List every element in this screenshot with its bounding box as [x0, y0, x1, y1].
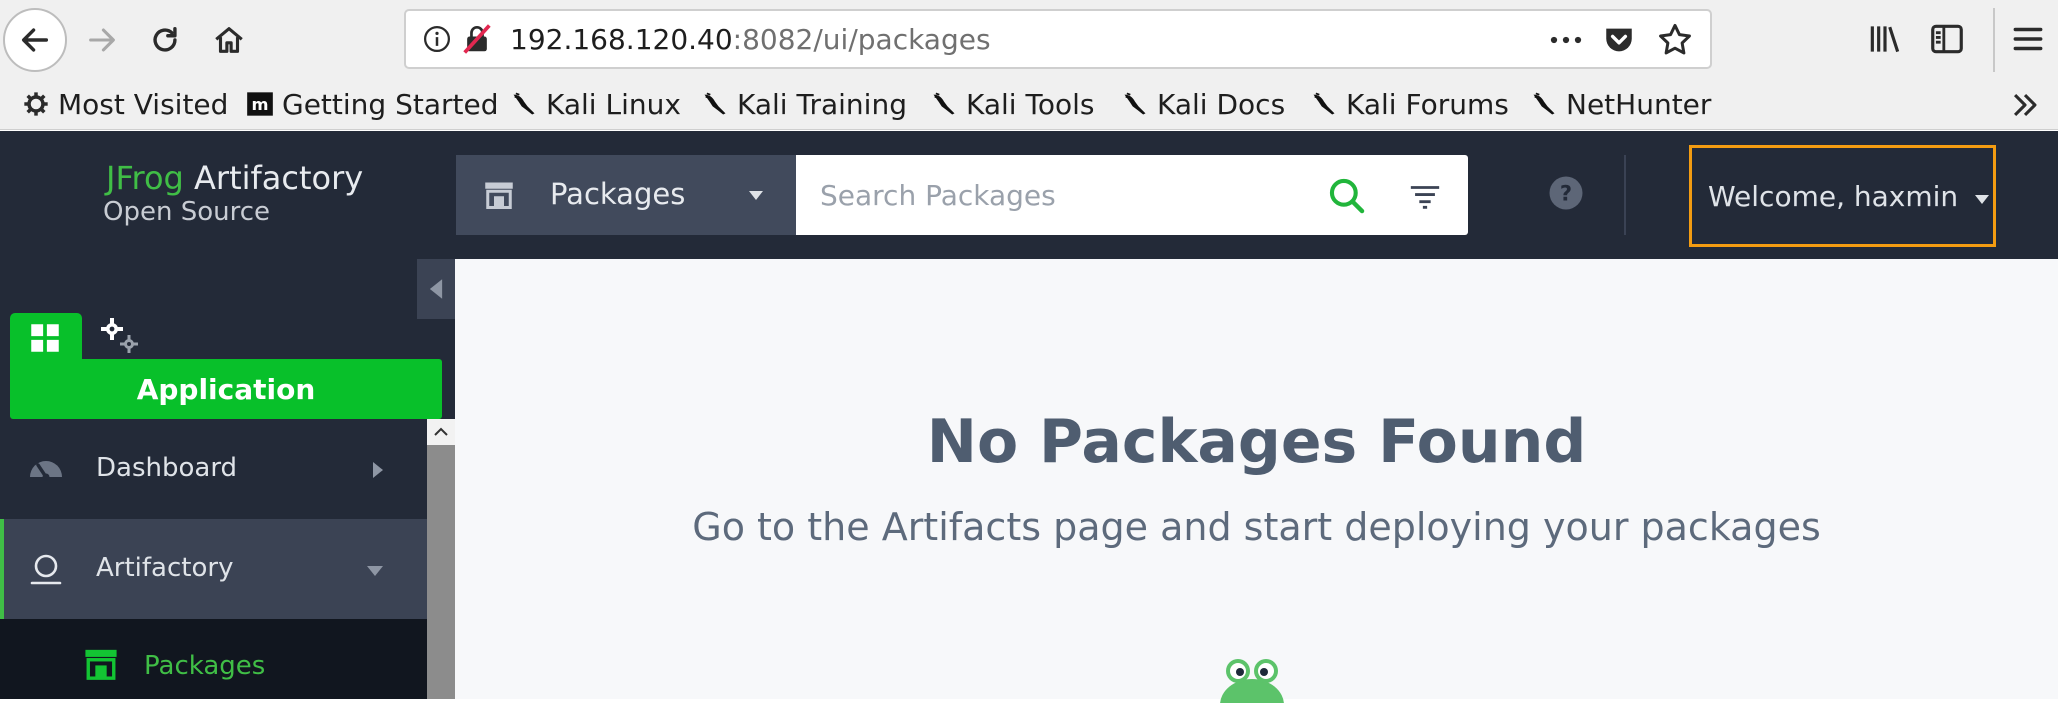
jfrog-logo[interactable]: JFrog Artifactory: [106, 159, 363, 197]
bookmark-label: Getting Started: [282, 87, 499, 121]
svg-text:m: m: [251, 95, 268, 114]
main-content: No Packages Found Go to the Artifacts pa…: [455, 259, 2058, 703]
admin-gears-icon[interactable]: [98, 315, 142, 355]
bookmark-label: NetHunter: [1566, 87, 1712, 121]
library-icon[interactable]: [1866, 20, 1904, 58]
sidebar: Application Dashboard Artifactory Packag…: [0, 259, 455, 699]
back-button[interactable]: [3, 8, 67, 72]
mozilla-m-icon: m: [247, 92, 273, 116]
empty-state-title: No Packages Found: [926, 407, 1587, 477]
search-icon[interactable]: [1328, 177, 1366, 215]
app-header: JFrog Artifactory Open Source Packages ?…: [0, 131, 2058, 259]
sidebar-collapse-button[interactable]: [417, 259, 455, 319]
browser-toolbar: 192.168.120.40:8082/ui/packages: [0, 0, 2058, 82]
bookmark-kali-forums[interactable]: Kali Forums: [1310, 86, 1509, 122]
bookmark-label: Kali Docs: [1157, 87, 1286, 121]
sidebar-nav: Dashboard Artifactory Packages: [0, 419, 427, 699]
gauge-icon: [30, 461, 62, 481]
forward-button[interactable]: [70, 8, 134, 72]
kali-dragon-icon: [1124, 92, 1146, 115]
pocket-icon[interactable]: [1602, 23, 1636, 57]
kali-dragon-icon: [1313, 92, 1335, 115]
sidebar-item-artifactory[interactable]: Artifactory: [0, 519, 427, 619]
user-menu[interactable]: Welcome, haxmin: [1689, 145, 1996, 247]
svg-text:?: ?: [1560, 182, 1572, 206]
kali-dragon-icon: [513, 92, 535, 115]
caret-down-icon: [1975, 195, 1989, 204]
url-bar[interactable]: 192.168.120.40:8082/ui/packages: [404, 9, 1712, 69]
header-separator: [1624, 155, 1626, 235]
kali-dragon-icon: [933, 92, 955, 115]
caret-down-icon: [367, 566, 383, 576]
application-banner: Application: [10, 359, 442, 419]
info-icon[interactable]: [422, 24, 452, 54]
packages-icon: [485, 182, 513, 209]
reload-icon: [153, 26, 177, 52]
sidebar-toggle-icon[interactable]: [1928, 20, 1966, 58]
bookmark-label: Kali Tools: [966, 87, 1095, 121]
kali-dragon-icon: [704, 92, 726, 115]
logo-edition: Open Source: [103, 197, 271, 227]
bookmark-label: Kali Linux: [546, 87, 681, 121]
help-icon[interactable]: ?: [1548, 175, 1584, 211]
hamburger-menu-icon[interactable]: [2009, 20, 2047, 58]
bookmark-getting-started[interactable]: m Getting Started: [246, 86, 498, 122]
bookmark-label: Kali Training: [737, 87, 907, 121]
double-chevron-right-icon[interactable]: [2008, 88, 2042, 122]
reload-button[interactable]: [133, 8, 197, 72]
caret-left-icon: [429, 279, 443, 299]
caret-right-icon: [373, 462, 383, 478]
insecure-lock-icon[interactable]: [462, 23, 492, 55]
packages-icon: [85, 649, 117, 680]
bookmark-label: Kali Forums: [1346, 87, 1509, 121]
bookmark-most-visited[interactable]: Most Visited: [22, 86, 228, 122]
url-text[interactable]: 192.168.120.40:8082/ui/packages: [510, 23, 991, 56]
gear-icon: [24, 92, 48, 116]
home-button[interactable]: [197, 8, 261, 72]
tab-application[interactable]: [10, 313, 82, 363]
sidebar-scrollbar[interactable]: [427, 419, 455, 699]
more-actions-icon[interactable]: [1548, 27, 1584, 53]
filter-icon[interactable]: [1408, 179, 1442, 213]
bookmark-nethunter[interactable]: NetHunter: [1530, 86, 1711, 122]
artifactory-icon: [30, 554, 62, 585]
welcome-label: Welcome, haxmin: [1708, 180, 1959, 213]
sidebar-item-label: Artifactory: [96, 553, 234, 583]
arrow-left-icon: [21, 28, 49, 52]
package-type-label: Packages: [550, 177, 686, 211]
sidebar-subitem-label: Packages: [144, 651, 266, 681]
bookmark-kali-tools[interactable]: Kali Tools: [930, 86, 1094, 122]
home-icon: [215, 27, 243, 53]
caret-down-icon: [749, 191, 763, 200]
arrow-right-icon: [89, 28, 115, 52]
bookmark-kali-training[interactable]: Kali Training: [701, 86, 907, 122]
bookmark-kali-linux[interactable]: Kali Linux: [510, 86, 681, 122]
package-type-dropdown[interactable]: Packages: [456, 155, 796, 235]
bookmark-star-icon[interactable]: [1656, 21, 1694, 59]
scroll-up-button[interactable]: [427, 419, 455, 445]
chevron-up-icon: [434, 427, 448, 436]
kali-dragon-icon: [1533, 92, 1555, 115]
empty-state-subtitle: Go to the Artifacts page and start deplo…: [692, 505, 1821, 549]
frog-mascot-icon: [1220, 659, 1284, 703]
grid-icon: [31, 324, 59, 352]
toolbar-separator: [1993, 8, 1995, 72]
bookmark-kali-docs[interactable]: Kali Docs: [1121, 86, 1285, 122]
bookmark-label: Most Visited: [58, 87, 229, 121]
bookmarks-bar: Most Visited m Getting Started Kali Linu…: [0, 82, 2058, 130]
search-input[interactable]: [820, 173, 1290, 217]
search-box: [796, 155, 1468, 235]
sidebar-item-dashboard[interactable]: Dashboard: [0, 419, 427, 519]
sidebar-subitem-packages[interactable]: Packages: [0, 619, 427, 699]
sidebar-item-label: Dashboard: [96, 453, 238, 483]
